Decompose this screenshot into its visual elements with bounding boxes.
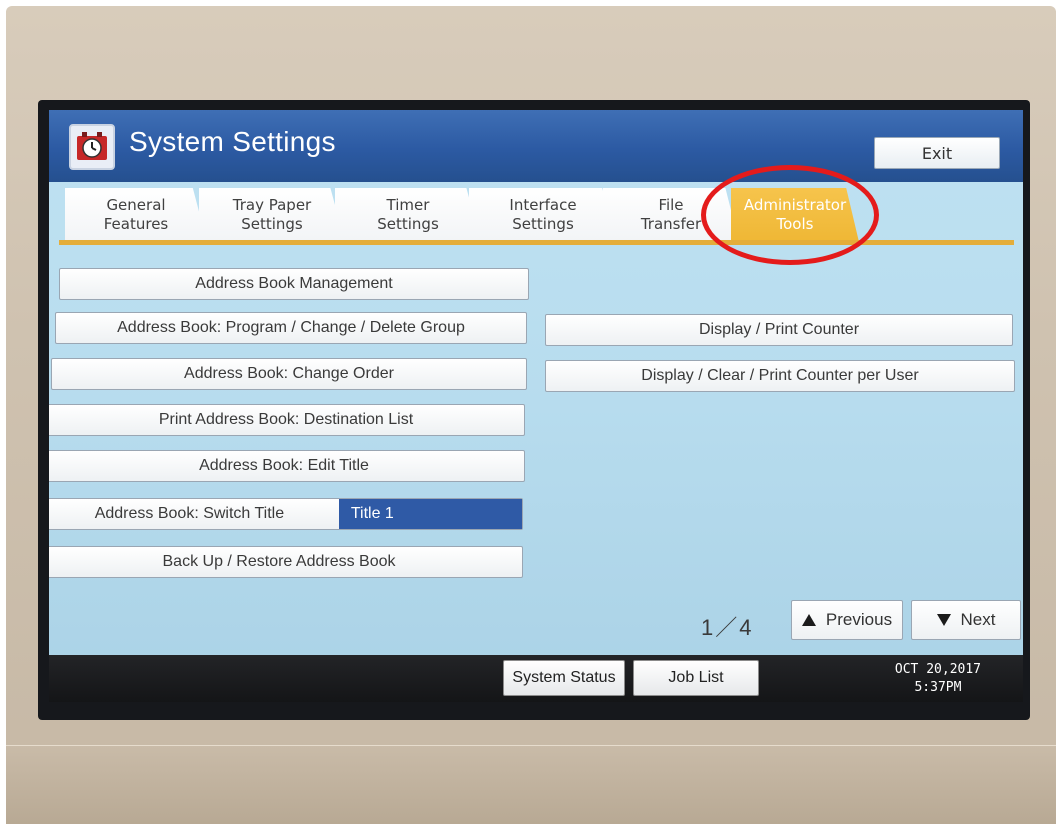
- next-button[interactable]: Next: [911, 600, 1021, 640]
- tab-tray-paper-settings[interactable]: Tray Paper Settings: [199, 188, 345, 242]
- next-label: Next: [960, 610, 996, 629]
- tab-label: Features: [103, 215, 169, 233]
- tab-general-features[interactable]: General Features: [65, 188, 207, 242]
- exit-button[interactable]: Exit: [874, 137, 1000, 169]
- switch-title-label: Address Book: Switch Title: [94, 505, 285, 522]
- address-book-management-button[interactable]: Address Book Management: [59, 268, 529, 300]
- page-indicator: 1／4: [701, 615, 754, 640]
- system-status-button[interactable]: System Status: [503, 660, 625, 696]
- system-settings-icon: [69, 124, 115, 170]
- title-bar: System Settings Exit: [49, 110, 1023, 182]
- tab-label: Tools: [776, 215, 814, 233]
- tab-interface-settings[interactable]: Interface Settings: [469, 188, 617, 242]
- triangle-down-icon: [936, 614, 951, 626]
- page-title: System Settings: [129, 126, 336, 157]
- previous-button[interactable]: Previous: [791, 600, 903, 640]
- tab-timer-settings[interactable]: Timer Settings: [335, 188, 481, 242]
- tab-file-transfer[interactable]: File Transfer: [603, 188, 739, 242]
- touch-screen: System Settings Exit General Features Tra…: [49, 110, 1023, 702]
- display-print-counter-button[interactable]: Display / Print Counter: [545, 314, 1013, 346]
- address-book-edit-title-button[interactable]: Address Book: Edit Title: [49, 450, 525, 482]
- tab-label: Tray Paper: [232, 196, 312, 214]
- back-up-restore-address-book-button[interactable]: Back Up / Restore Address Book: [49, 546, 523, 578]
- previous-label: Previous: [825, 610, 893, 629]
- device-bezel-lower: [6, 745, 1056, 824]
- print-address-book-destination-list-button[interactable]: Print Address Book: Destination List: [49, 404, 525, 436]
- tab-label: General: [106, 196, 166, 214]
- job-list-button[interactable]: Job List: [633, 660, 759, 696]
- tab-bar: General Features Tray Paper Settings Timer…: [59, 182, 1014, 244]
- date-text: OCT 20,2017: [894, 662, 981, 677]
- tab-underline: [59, 240, 1014, 245]
- address-book-program-change-delete-group-button[interactable]: Address Book: Program / Change / Delete …: [55, 312, 527, 344]
- tab-label: Interface: [509, 196, 577, 214]
- status-bar: System Status Job List OCT 20,2017 5:37P…: [49, 655, 1023, 702]
- tab-administrator-tools[interactable]: Administrator Tools: [731, 188, 859, 242]
- address-book-switch-title-button[interactable]: Address Book: Switch Title Title 1: [49, 498, 523, 530]
- time-text: 5:37PM: [914, 680, 962, 695]
- tab-label: Timer: [386, 196, 430, 214]
- tab-label: Transfer: [640, 215, 702, 233]
- tab-label: Settings: [377, 215, 439, 233]
- display-clear-print-counter-per-user-button[interactable]: Display / Clear / Print Counter per User: [545, 360, 1015, 392]
- tab-label: File: [658, 196, 684, 214]
- tab-label: Administrator: [743, 196, 847, 214]
- tab-label: Settings: [241, 215, 303, 233]
- tab-label: Settings: [512, 215, 574, 233]
- triangle-up-icon: [801, 614, 816, 626]
- date-time-display: OCT 20,2017 5:37PM: [895, 661, 981, 697]
- address-book-change-order-button[interactable]: Address Book: Change Order: [51, 358, 527, 390]
- switch-title-value: Title 1: [338, 499, 522, 529]
